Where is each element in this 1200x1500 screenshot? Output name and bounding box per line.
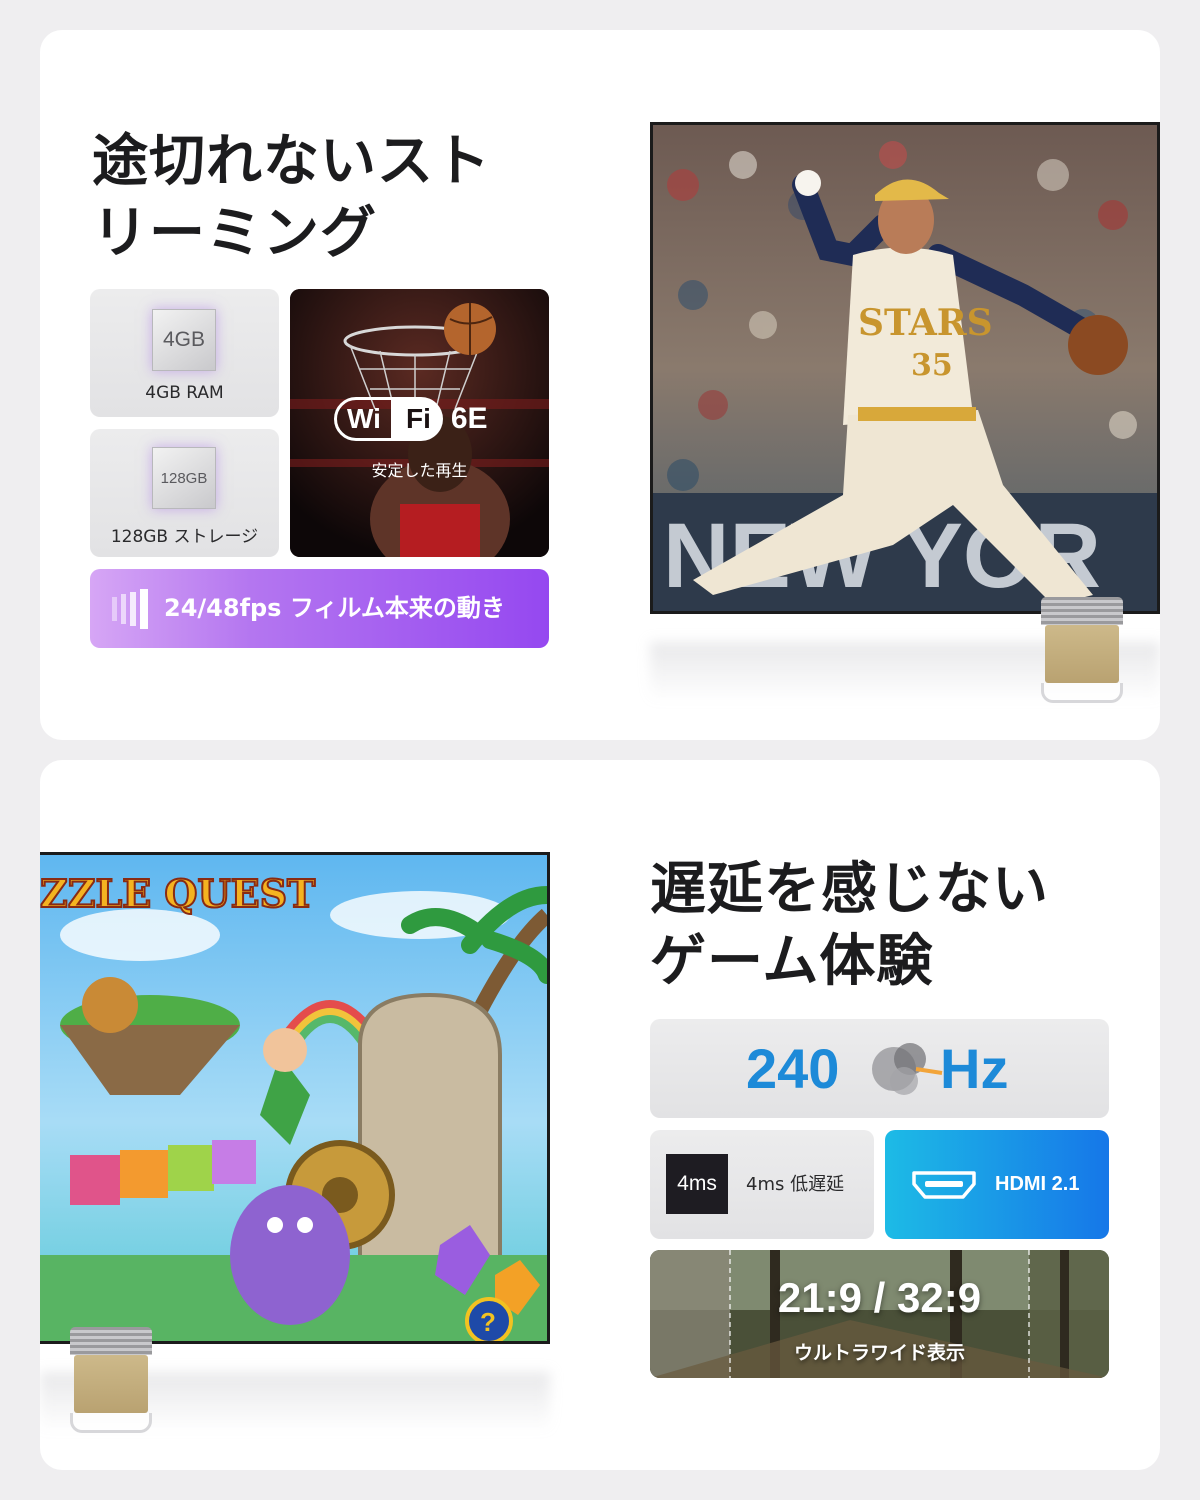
game-screen: ZZLE QUEST ? — [40, 852, 550, 1344]
storage-label: 128GB ストレージ — [110, 527, 259, 547]
gaming-card: ZZLE QUEST ? 遅延を感じない ゲーム体験 240 Hz 4ms 4m… — [40, 760, 1160, 1470]
refresh-unit: Hz — [940, 1037, 1009, 1100]
help-badge: ? — [480, 1307, 496, 1337]
film-frames-icon — [112, 589, 148, 629]
storage-chip-icon: 128GB — [152, 447, 216, 509]
latency-label: 4ms 低遅延 — [746, 1174, 845, 1195]
game-art: ZZLE QUEST ? — [40, 855, 547, 1341]
latency-chip-icon: 4ms — [666, 1154, 728, 1214]
refresh-rate-tile: 240 Hz — [650, 1019, 1109, 1118]
jersey-number: 35 — [911, 348, 953, 383]
ram-chip-icon: 4GB — [152, 309, 216, 371]
projector-device-1 — [1041, 597, 1123, 705]
ultrawide-tile: 21:9 / 32:9 ウルトラワイド表示 — [650, 1250, 1109, 1378]
gaming-title: 遅延を感じない ゲーム体験 — [650, 857, 1049, 994]
game-title: ZZLE QUEST — [40, 871, 315, 916]
storage-tile: 128GB 128GB ストレージ — [90, 429, 279, 557]
hdmi-label: HDMI 2.1 — [995, 1173, 1080, 1195]
streaming-card: 途切れないスト リーミング 4GB 4GB RAM 128GB 128GB スト… — [40, 30, 1160, 740]
pitcher-photo: NEW YOR STARS 35 — [653, 125, 1157, 611]
wifi-sub-label: 安定した再生 — [371, 461, 468, 480]
jersey-team: STARS — [858, 302, 993, 344]
fps-bar: 24/48fps フィルム本来の動き — [90, 569, 549, 648]
wifi-logo: Wi Fi 6E — [334, 397, 488, 441]
explosion-smoke-icon — [872, 1043, 943, 1095]
projector-device-2 — [70, 1327, 152, 1435]
wifi-tile: Wi Fi 6E 安定した再生 — [290, 289, 549, 557]
refresh-value: 240 — [746, 1037, 840, 1100]
hdmi-tile: HDMI 2.1 — [885, 1130, 1109, 1239]
streaming-title: 途切れないスト リーミング — [92, 129, 491, 266]
aspect-ratio-sub: ウルトラワイド表示 — [793, 1342, 965, 1364]
ram-label: 4GB RAM — [145, 383, 224, 403]
aspect-ratio-value: 21:9 / 32:9 — [777, 1274, 982, 1321]
baseball-screen: NEW YOR STARS 35 — [650, 122, 1160, 614]
latency-tile: 4ms 4ms 低遅延 — [650, 1130, 874, 1239]
ram-tile: 4GB 4GB RAM — [90, 289, 279, 417]
hdmi-port-icon — [912, 1171, 976, 1199]
fps-label: 24/48fps フィルム本来の動き — [164, 594, 505, 622]
